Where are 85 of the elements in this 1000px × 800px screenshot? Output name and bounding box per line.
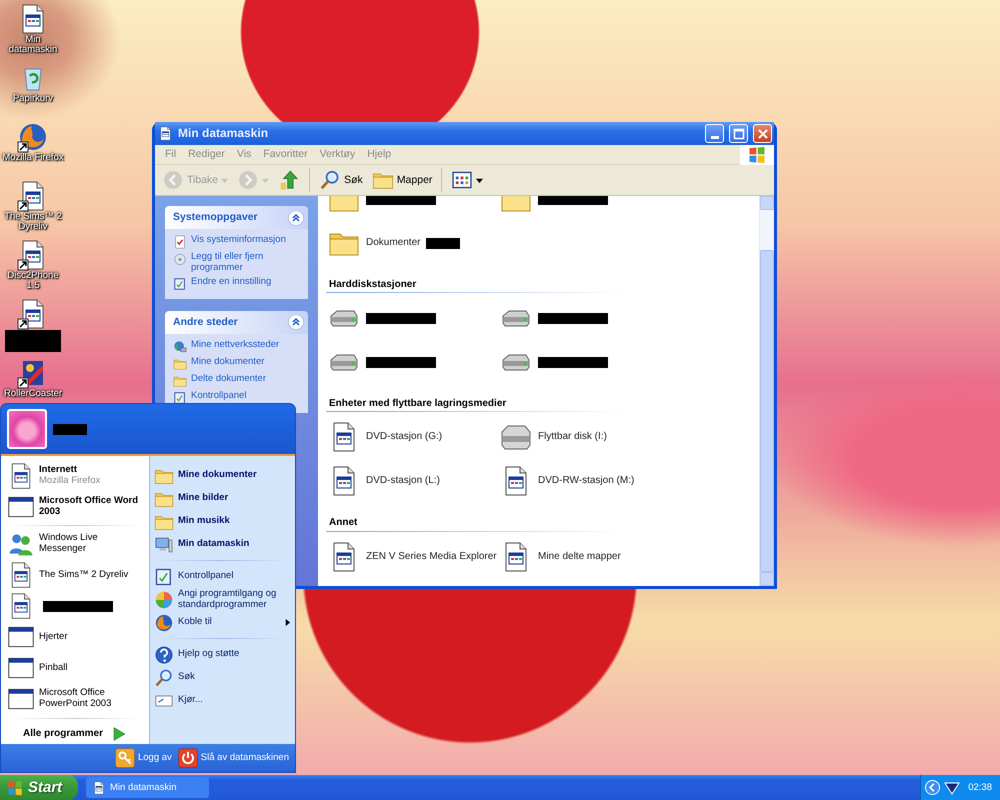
task-link[interactable]: Kontrollpanel — [173, 390, 302, 405]
program-item[interactable]: Internett Mozilla Firefox — [5, 460, 145, 491]
globe-icon — [154, 612, 174, 632]
caret-icon — [262, 176, 270, 184]
up-arrow-icon — [278, 169, 300, 191]
power-icon — [178, 748, 198, 768]
program-item[interactable]: Pinball — [5, 652, 145, 684]
program-item[interactable]: Microsoft Office Word 2003 — [5, 491, 145, 522]
task-link[interactable]: Legg til eller fjern programmer — [173, 252, 302, 274]
disc-icon — [173, 252, 187, 266]
window-title: Min datamaskin — [178, 126, 270, 141]
search-icon — [154, 668, 174, 688]
help-icon — [154, 644, 174, 664]
caret-icon — [221, 176, 228, 184]
task-link[interactable]: Mine dokumenter — [173, 356, 302, 371]
start-button[interactable]: Start — [0, 775, 78, 800]
search-button[interactable]: Søk — [316, 167, 366, 193]
folder-icon — [173, 356, 187, 371]
photo-placeholder — [7, 409, 47, 449]
place-item[interactable]: Min musikk — [154, 510, 291, 533]
taskbar-button[interactable]: Min datamaskin — [86, 777, 209, 798]
program-icon — [92, 780, 106, 794]
collapse-button[interactable] — [288, 314, 304, 330]
drive-item[interactable]: Mine delte mapper — [500, 540, 672, 574]
section-heading: Enheter med flyttbare lagringsmedier — [329, 398, 506, 410]
double-chevron-up-icon — [288, 314, 304, 330]
program-icon — [158, 126, 173, 141]
place-item[interactable]: Kontrollpanel — [154, 565, 291, 588]
caret-icon — [476, 176, 484, 184]
drive-item[interactable]: DVD-stasjon (L:) — [328, 464, 500, 498]
control-panel-icon — [173, 390, 187, 405]
program-item[interactable]: The Sims™ 2 Dyreliv — [5, 560, 145, 591]
flag-icon — [6, 778, 24, 796]
place-item[interactable]: Mine dokumenter — [154, 464, 291, 487]
shut-down-button[interactable]: Slå av datamaskinen — [178, 748, 289, 768]
place-item[interactable]: Min datamaskin — [154, 533, 291, 556]
task-link[interactable]: Vis systeminformasjon — [173, 235, 302, 249]
program-item[interactable]: Windows Live Messenger — [5, 528, 145, 560]
minimize-button[interactable] — [705, 124, 724, 143]
minimize-icon — [710, 136, 718, 139]
drive-item[interactable]: Flyttbar disk (I:) — [500, 420, 672, 454]
clock: 02:38 — [968, 782, 992, 794]
chevron-left-icon — [925, 780, 940, 795]
section-heading: Harddiskstasjoner — [329, 279, 416, 290]
drive-item[interactable]: DVD-RW-stasjon (M:) — [500, 464, 672, 498]
double-chevron-up-icon — [288, 210, 304, 226]
folder-icon — [173, 374, 187, 388]
close-icon — [756, 126, 770, 140]
log-off-button[interactable]: Logg av — [114, 748, 172, 768]
close-button[interactable] — [753, 124, 772, 143]
view-grid-icon — [451, 169, 474, 191]
program-item[interactable]: Microsoft Office PowerPoint 2003 — [5, 684, 145, 715]
maximize-button[interactable] — [729, 124, 748, 143]
drive-item[interactable]: ZEN V Series Media Explorer — [328, 540, 500, 574]
program-item[interactable]: Hjerter — [5, 622, 145, 653]
collapse-button[interactable] — [288, 210, 304, 226]
scroll-bar[interactable] — [759, 196, 774, 586]
search-icon — [319, 169, 342, 191]
section-heading: Annet — [329, 517, 358, 528]
maximize-icon — [732, 126, 746, 140]
all-programs-button[interactable]: Alle programmer — [5, 724, 145, 744]
place-item[interactable]: Søk — [154, 666, 291, 689]
key-icon — [114, 748, 135, 768]
document-icon — [173, 235, 187, 249]
control-panel-icon — [173, 276, 187, 291]
play-arrow-icon — [111, 726, 128, 742]
task-link[interactable]: Delte dokumenter — [173, 374, 302, 388]
drive-item[interactable]: DVD-stasjon (G:) — [328, 420, 500, 454]
panel-title: Systemoppgaver — [173, 211, 258, 224]
pie-icon — [154, 590, 174, 610]
control-panel-icon — [154, 566, 174, 586]
triangle-icon — [944, 780, 960, 796]
chevron-button[interactable] — [925, 780, 940, 795]
panel-title: Andre steder — [173, 316, 238, 329]
folders-button[interactable]: Mapper — [368, 167, 436, 193]
place-item[interactable]: Hjelp og støtte — [154, 643, 291, 666]
network-icon — [173, 340, 187, 354]
place-item[interactable]: Angi programtilgang og standardprogrammer — [154, 588, 291, 611]
task-link[interactable]: Endre en innstilling — [173, 276, 302, 291]
flag-icon — [747, 144, 767, 164]
place-item[interactable]: Mine bilder — [154, 487, 291, 510]
task-link[interactable]: Mine nettverkssteder — [173, 340, 302, 354]
place-item[interactable]: Kjør... — [154, 689, 291, 712]
place-item[interactable]: Koble til — [154, 611, 291, 634]
folder-item[interactable]: Dokumenter — [328, 226, 500, 260]
